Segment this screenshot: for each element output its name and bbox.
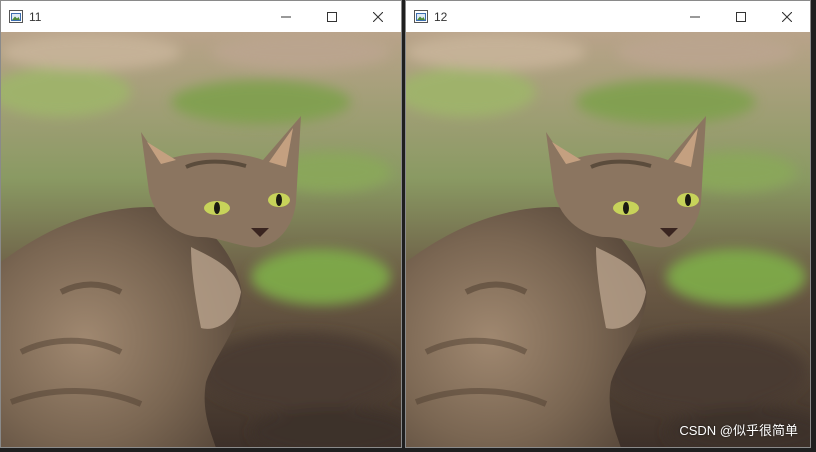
title-bar[interactable]: 12	[406, 1, 810, 32]
maximize-icon	[736, 11, 746, 22]
cat-photo	[406, 32, 810, 447]
app-image-icon	[414, 10, 428, 23]
app-image-icon	[9, 10, 23, 23]
close-icon	[782, 11, 792, 22]
watermark-text: CSDN @似乎很简单	[679, 423, 798, 438]
close-button[interactable]	[764, 1, 810, 32]
maximize-button[interactable]	[309, 1, 355, 32]
title-bar[interactable]: 11	[1, 1, 401, 32]
maximize-button[interactable]	[718, 1, 764, 32]
minimize-button[interactable]	[672, 1, 718, 32]
image-window-1: 11	[0, 0, 402, 448]
close-icon	[373, 11, 383, 22]
cat-photo	[1, 32, 401, 447]
cat-image-display	[1, 32, 401, 447]
window-title: 12	[434, 9, 448, 24]
image-window-2: 12 CSDN @似乎很简单	[405, 0, 811, 448]
cat-image-display: CSDN @似乎很简单	[406, 32, 810, 447]
minimize-icon	[281, 16, 291, 17]
minimize-button[interactable]	[263, 1, 309, 32]
minimize-icon	[690, 16, 700, 17]
maximize-icon	[327, 11, 337, 22]
window-title: 11	[29, 9, 42, 24]
close-button[interactable]	[355, 1, 401, 32]
